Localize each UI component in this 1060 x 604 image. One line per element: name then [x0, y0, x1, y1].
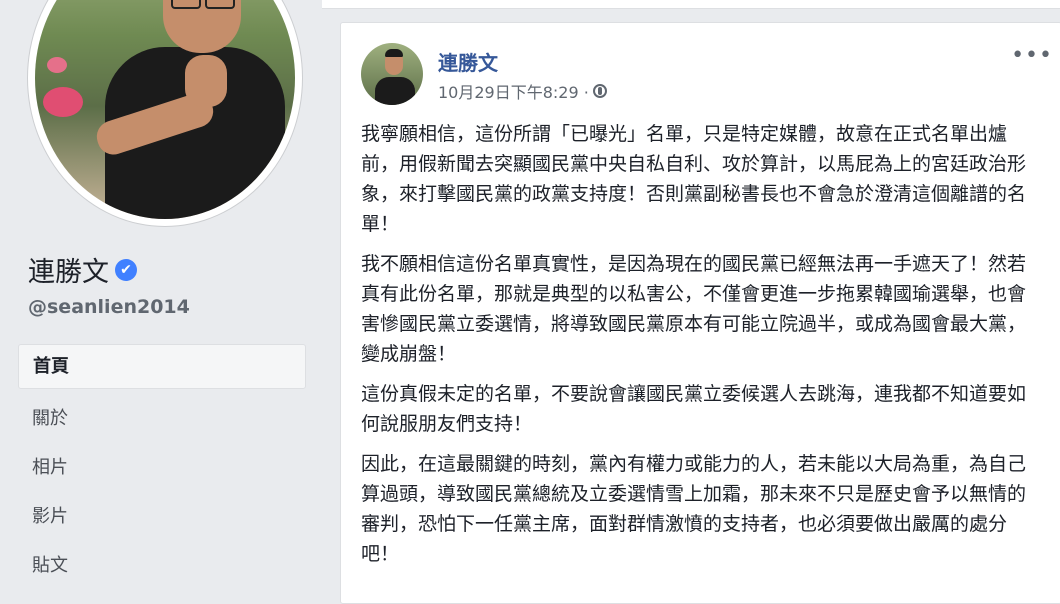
post-meta: 10月29日下午8:29 · [438, 79, 607, 103]
profile-photo [35, 0, 295, 219]
profile-picture[interactable] [28, 0, 302, 226]
post-paragraph: 因此，在這最關鍵的時刻，黨內有權力或能力的人，若未能以大局為重，為自己算過頭，導… [361, 453, 1027, 565]
post-card: 連勝文 10月29日下午8:29 · ••• 我寧願相信，這份所謂「已曝光」名單… [340, 22, 1060, 604]
sidebar-item-photos[interactable]: 相片 [18, 443, 306, 492]
sidebar-item-about[interactable]: 關於 [18, 394, 306, 443]
post-timestamp[interactable]: 10月29日下午8:29 · [438, 79, 589, 103]
more-options-icon[interactable]: ••• [1011, 43, 1053, 68]
sidebar-item-home[interactable]: 首頁 [18, 344, 306, 389]
post-paragraph: 這份真假未定的名單，不要說會讓國民黨立委候選人去跳海，連我都不知道要如何說服朋友… [361, 383, 1027, 435]
globe-icon [592, 84, 607, 98]
sidebar-item-videos[interactable]: 影片 [18, 492, 306, 541]
post-paragraph: 我寧願相信，這份所謂「已曝光」名單，只是特定媒體，故意在正式名單出爐前，用假新聞… [361, 123, 1027, 235]
page-name-row: 連勝文 ✔ [28, 250, 137, 289]
page-handle[interactable]: @seanlien2014 [28, 296, 190, 318]
sidebar-item-posts[interactable]: 貼文 [18, 541, 306, 590]
previous-card-edge [322, 0, 1060, 9]
sidebar-nav: 首頁 關於 相片 影片 貼文 [18, 344, 306, 590]
post-body: 我寧願相信，這份所謂「已曝光」名單，只是特定媒體，故意在正式名單出爐前，用假新聞… [361, 119, 1041, 579]
verified-badge-icon: ✔ [115, 258, 137, 281]
post-author-name[interactable]: 連勝文 [438, 47, 498, 76]
page-name[interactable]: 連勝文 [28, 250, 109, 289]
left-column: 連勝文 ✔ @seanlien2014 首頁 關於 相片 影片 貼文 [0, 0, 322, 596]
post-paragraph: 我不願相信這份名單真實性，是因為現在的國民黨已經無法再一手遮天了！然若真有此份名… [361, 253, 1027, 365]
post-author-avatar[interactable] [361, 43, 423, 105]
